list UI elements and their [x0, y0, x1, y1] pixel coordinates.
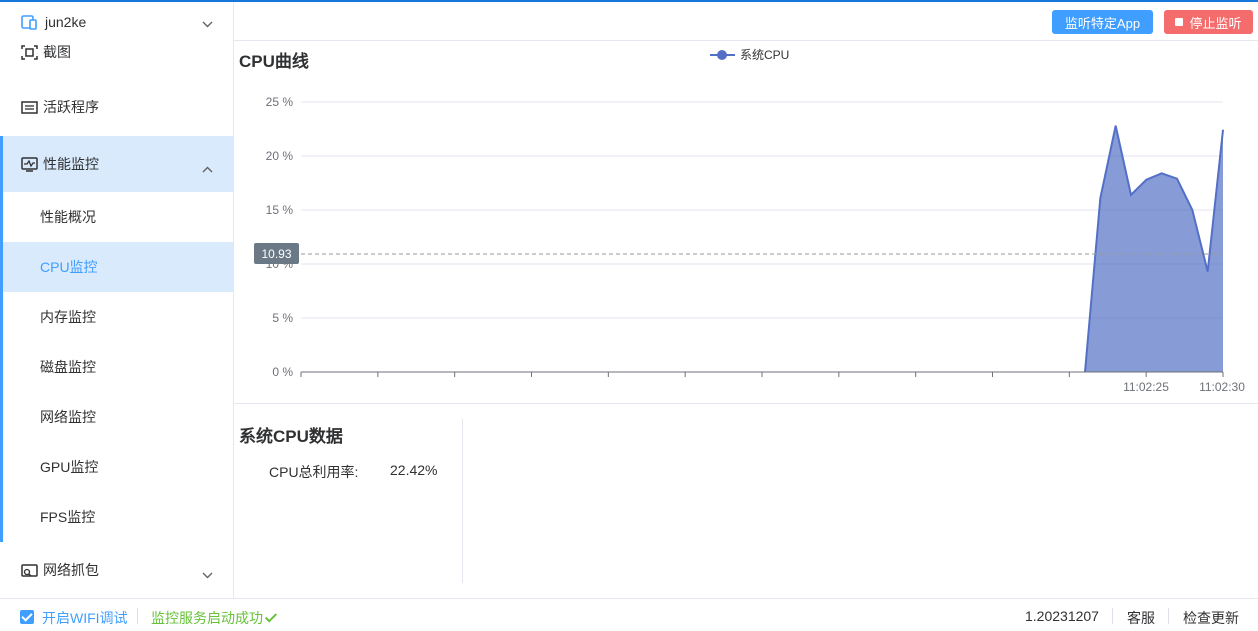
- axis-pointer-value: 10.93: [261, 247, 291, 261]
- y-tick-label: 0 %: [272, 365, 293, 379]
- chart-title: CPU曲线: [239, 52, 309, 71]
- sidebar-item-screenshot[interactable]: 截图: [0, 38, 233, 66]
- data-point: [1222, 129, 1224, 131]
- legend-line-icon: [710, 48, 735, 62]
- sidebar-item-label: 网络抓包: [43, 562, 99, 578]
- x-tick-label: 11:02:30: [1199, 380, 1245, 394]
- app-version: 1.20231207: [1025, 608, 1099, 624]
- data-point: [1145, 179, 1147, 181]
- data-point: [1130, 194, 1132, 196]
- device-icon: [21, 14, 38, 30]
- y-tick-label: 5 %: [272, 311, 293, 325]
- wifi-debug-checkbox[interactable]: [20, 610, 34, 624]
- device-name: jun2ke: [45, 14, 87, 30]
- status-divider: [1168, 608, 1169, 624]
- y-tick-label: 15 %: [266, 203, 294, 217]
- chevron-down-icon: [202, 16, 213, 31]
- status-divider: [1112, 608, 1113, 624]
- status-divider: [137, 608, 138, 624]
- chart-legend[interactable]: 系统CPU: [710, 46, 789, 63]
- stop-monitor-button[interactable]: 停止监听: [1164, 10, 1253, 34]
- sidebar-sub-performance-overview[interactable]: 性能概况: [0, 192, 233, 242]
- y-tick-label: 25 %: [266, 95, 294, 109]
- sidebar: jun2ke 截图 活跃程序 性能监控 性能概况 CPU监控 内存监控 磁盘监控…: [0, 2, 234, 598]
- sidebar-sub-gpu-monitor[interactable]: GPU监控: [0, 442, 233, 492]
- monitor-specific-app-button[interactable]: 监听特定App: [1052, 10, 1153, 34]
- sidebar-item-label: 性能监控: [43, 156, 99, 172]
- capture-icon: [21, 563, 38, 578]
- panel-divider: [462, 419, 463, 583]
- sidebar-item-performance[interactable]: 性能监控: [0, 136, 233, 192]
- data-point: [1191, 209, 1193, 211]
- chevron-up-icon: [202, 160, 213, 176]
- cpu-chart[interactable]: 0 %5 %10 %15 %20 %25 %11:02:25 11:02:30 1…: [234, 42, 1258, 403]
- screenshot-icon: [21, 44, 38, 60]
- active-group-indicator: [0, 136, 3, 542]
- check-icon: [264, 610, 278, 623]
- device-selector[interactable]: jun2ke: [0, 2, 233, 42]
- data-point: [1161, 172, 1163, 174]
- sidebar-sub-fps-monitor[interactable]: FPS监控: [0, 492, 233, 542]
- chevron-down-icon: [202, 566, 213, 582]
- data-panel-title: 系统CPU数据: [239, 427, 343, 446]
- y-tick-label: 20 %: [266, 149, 294, 163]
- x-tick-label: 11:02:25: [1123, 380, 1169, 394]
- service-status-text: 监控服务启动成功: [151, 610, 263, 626]
- cpu-usage-label: CPU总利用率:: [269, 464, 359, 480]
- stop-button-label: 停止监听: [1189, 15, 1242, 31]
- sidebar-sub-cpu-monitor[interactable]: CPU监控: [0, 242, 233, 292]
- monitor-pulse-icon: [21, 156, 38, 172]
- sidebar-item-label: 截图: [43, 44, 71, 60]
- sidebar-sub-memory-monitor[interactable]: 内存监控: [0, 292, 233, 342]
- sidebar-item-packet-capture[interactable]: 网络抓包: [0, 544, 233, 596]
- list-window-icon: [21, 100, 38, 115]
- top-toolbar: 监听特定App 停止监听: [234, 2, 1258, 41]
- check-update-link[interactable]: 检查更新: [1183, 608, 1239, 628]
- wifi-debug-label[interactable]: 开启WIFI调试: [42, 608, 128, 628]
- service-status: 监控服务启动成功: [151, 608, 278, 628]
- data-point: [1176, 178, 1178, 180]
- legend-series-name: 系统CPU: [740, 48, 790, 62]
- cpu-data-panel: 系统CPU数据 CPU总利用率: 22.42%: [234, 405, 1258, 598]
- data-point: [1099, 197, 1101, 199]
- customer-service-link[interactable]: 客服: [1127, 608, 1155, 628]
- cpu-chart-panel: 0 % 5 % 10 % 15 % 20 % 25 % 11:02:25 11:02:30 1…: [234, 42, 1258, 404]
- sidebar-sub-disk-monitor[interactable]: 磁盘监控: [0, 342, 233, 392]
- data-point: [1115, 125, 1117, 127]
- stop-icon: [1175, 18, 1184, 26]
- status-bar: 开启WIFI调试 监控服务启动成功 1.20231207 客服 检查更新: [0, 598, 1258, 631]
- sidebar-item-label: 活跃程序: [43, 99, 99, 115]
- data-point: [1207, 271, 1209, 273]
- cpu-usage-value: 22.42%: [390, 462, 438, 478]
- sidebar-sub-network-monitor[interactable]: 网络监控: [0, 392, 233, 442]
- sidebar-item-active-programs[interactable]: 活跃程序: [0, 82, 233, 132]
